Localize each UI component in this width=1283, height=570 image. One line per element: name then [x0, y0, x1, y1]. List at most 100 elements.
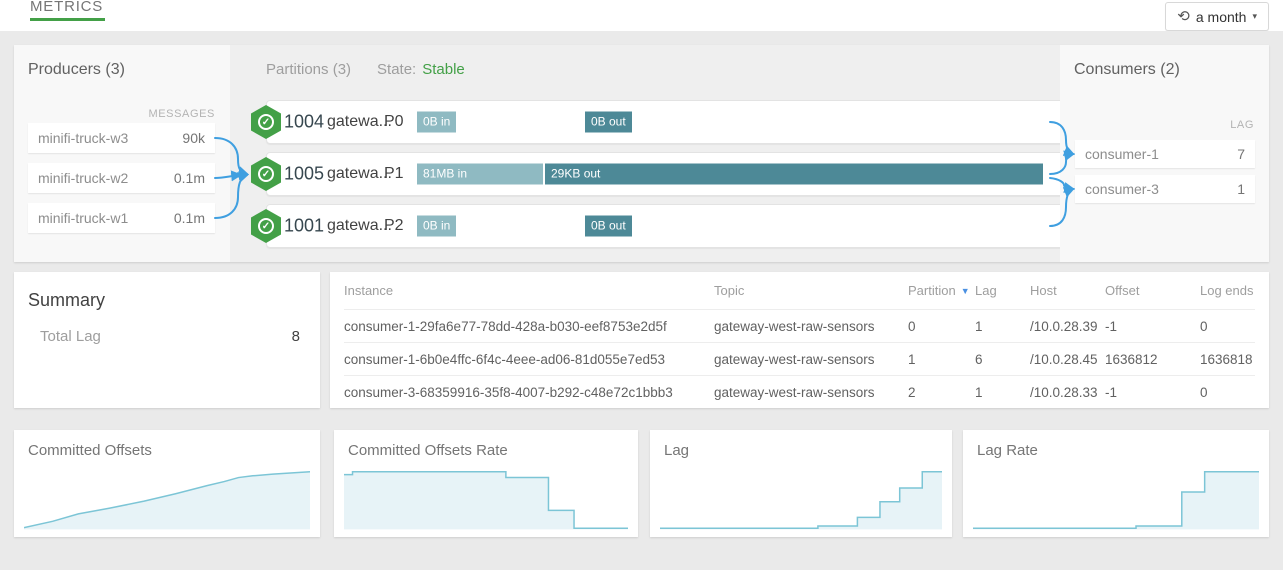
- cell-log-ends: 0: [1200, 319, 1255, 334]
- table-row[interactable]: consumer-1-6b0e4ffc-6f4c-4eee-ad06-81d05…: [344, 342, 1255, 375]
- history-icon: ⟲: [1177, 9, 1190, 24]
- producer-name: minifi-truck-w3: [38, 130, 128, 146]
- column-header-instance[interactable]: Instance: [344, 283, 714, 298]
- topic-flow-panel: Producers (3) MESSAGES minifi-truck-w3 9…: [14, 45, 1269, 262]
- area-chart: [660, 467, 942, 531]
- partition-number: P0: [384, 113, 404, 131]
- chart-title: Committed Offsets Rate: [348, 442, 508, 459]
- partition-topic: gatewa...: [327, 113, 392, 131]
- cell-log-ends: 0: [1200, 385, 1255, 400]
- chart-lag-rate: Lag Rate: [963, 430, 1269, 537]
- cell-topic: gateway-west-raw-sensors: [714, 385, 908, 400]
- chart-title: Lag Rate: [977, 442, 1038, 459]
- cell-topic: gateway-west-raw-sensors: [714, 352, 908, 367]
- partition-number: P2: [384, 217, 404, 235]
- sort-desc-icon: ▼: [961, 286, 970, 296]
- column-header-topic[interactable]: Topic: [714, 283, 908, 298]
- check-icon: ✓: [258, 114, 274, 130]
- cell-instance: consumer-1-29fa6e77-78dd-428a-b030-eef87…: [344, 319, 714, 334]
- cell-partition: 1: [908, 352, 975, 367]
- cell-instance: consumer-1-6b0e4ffc-6f4c-4eee-ad06-81d05…: [344, 352, 714, 367]
- table-header-row: Instance Topic Partition▼ Lag Host Offse…: [344, 272, 1255, 309]
- producer-item[interactable]: minifi-truck-w1 0.1m: [28, 203, 215, 233]
- cell-partition: 2: [908, 385, 975, 400]
- cell-host: /10.0.28.39: [1030, 319, 1105, 334]
- check-icon: ✓: [258, 218, 274, 234]
- producer-messages: 90k: [182, 130, 205, 146]
- chart-lag: Lag: [650, 430, 952, 537]
- check-icon: ✓: [258, 166, 274, 182]
- cell-offset: -1: [1105, 385, 1200, 400]
- consumer-name: consumer-3: [1085, 181, 1159, 197]
- partition-card[interactable]: ✓ 1005 gatewa... P1 81MB in 29KB out: [266, 152, 1064, 196]
- broker-id: 1001: [284, 216, 324, 237]
- table-row[interactable]: consumer-3-68359916-35f8-4007-b292-c48e7…: [344, 375, 1255, 408]
- bytes-out-badge: 0B out: [585, 216, 632, 237]
- partition-card[interactable]: ✓ 1001 gatewa... P2 0B in 0B out: [266, 204, 1064, 248]
- partition-topic: gatewa...: [327, 217, 392, 235]
- consumer-instances-table: Instance Topic Partition▼ Lag Host Offse…: [330, 272, 1269, 408]
- caret-down-icon: ▾: [1252, 11, 1257, 22]
- cell-lag: 1: [975, 319, 1030, 334]
- cell-lag: 1: [975, 385, 1030, 400]
- state-value: Stable: [422, 61, 465, 78]
- time-range-label: a month: [1196, 9, 1247, 25]
- table-row[interactable]: consumer-1-29fa6e77-78dd-428a-b030-eef87…: [344, 309, 1255, 342]
- partition-number: P1: [384, 165, 404, 183]
- producer-name: minifi-truck-w2: [38, 170, 128, 186]
- column-header-partition[interactable]: Partition▼: [908, 283, 975, 298]
- summary-title: Summary: [28, 290, 105, 311]
- bytes-in-badge: 0B in: [417, 216, 456, 237]
- bytes-out-badge: 0B out: [585, 112, 632, 133]
- total-lag-value: 8: [292, 328, 300, 345]
- bytes-in-badge: 0B in: [417, 112, 456, 133]
- producers-title: Producers (3): [28, 61, 125, 79]
- consumers-title: Consumers (2): [1074, 61, 1180, 79]
- area-chart: [344, 467, 628, 531]
- cell-topic: gateway-west-raw-sensors: [714, 319, 908, 334]
- partition-topic: gatewa...: [327, 165, 392, 183]
- area-chart: [973, 467, 1259, 531]
- cell-offset: -1: [1105, 319, 1200, 334]
- chart-committed-offsets: Committed Offsets: [14, 430, 320, 537]
- producer-messages: 0.1m: [174, 170, 205, 186]
- bytes-in-bar: 81MB in: [417, 164, 543, 185]
- total-lag-label: Total Lag: [40, 328, 101, 345]
- messages-column-label: MESSAGES: [148, 108, 215, 120]
- chart-committed-offsets-rate: Committed Offsets Rate: [334, 430, 638, 537]
- consumer-item[interactable]: consumer-1 7: [1075, 140, 1255, 168]
- tab-metrics[interactable]: METRICS: [30, 0, 105, 21]
- column-header-offset[interactable]: Offset: [1105, 283, 1200, 298]
- consumers-panel: Consumers (2) LAG consumer-1 7 consumer-…: [1060, 45, 1269, 262]
- producers-panel: Producers (3) MESSAGES minifi-truck-w3 9…: [14, 45, 230, 262]
- partition-card[interactable]: ✓ 1004 gatewa... P0 0B in 0B out: [266, 100, 1064, 144]
- column-header-host[interactable]: Host: [1030, 283, 1105, 298]
- partitions-panel: Partitions (3) State: Stable ✓ 1004 gate…: [230, 45, 1060, 262]
- cell-offset: 1636812: [1105, 352, 1200, 367]
- partition-healthy-hexagon-icon: ✓: [251, 209, 281, 243]
- column-header-log-ends[interactable]: Log ends: [1200, 283, 1255, 298]
- cell-log-ends: 1636818: [1200, 352, 1255, 367]
- cell-partition: 0: [908, 319, 975, 334]
- producer-item[interactable]: minifi-truck-w3 90k: [28, 123, 215, 153]
- bytes-out-bar: 29KB out: [545, 164, 1043, 185]
- area-chart: [24, 467, 310, 531]
- producer-messages: 0.1m: [174, 210, 205, 226]
- cell-host: /10.0.28.33: [1030, 385, 1105, 400]
- partition-healthy-hexagon-icon: ✓: [251, 105, 281, 139]
- partitions-title: Partitions (3): [266, 61, 351, 78]
- chart-title: Lag: [664, 442, 689, 459]
- consumer-lag: 7: [1237, 146, 1245, 162]
- consumer-name: consumer-1: [1085, 146, 1159, 162]
- summary-card: Summary Total Lag 8: [14, 272, 320, 408]
- consumer-lag: 1: [1237, 181, 1245, 197]
- column-header-lag[interactable]: Lag: [975, 283, 1030, 298]
- cell-host: /10.0.28.45: [1030, 352, 1105, 367]
- top-bar: METRICS ⟲ a month ▾: [0, 0, 1283, 31]
- consumer-item[interactable]: consumer-3 1: [1075, 175, 1255, 203]
- producer-item[interactable]: minifi-truck-w2 0.1m: [28, 163, 215, 193]
- lag-column-label: LAG: [1230, 119, 1254, 131]
- time-range-button[interactable]: ⟲ a month ▾: [1165, 2, 1269, 31]
- chart-title: Committed Offsets: [28, 442, 152, 459]
- cell-lag: 6: [975, 352, 1030, 367]
